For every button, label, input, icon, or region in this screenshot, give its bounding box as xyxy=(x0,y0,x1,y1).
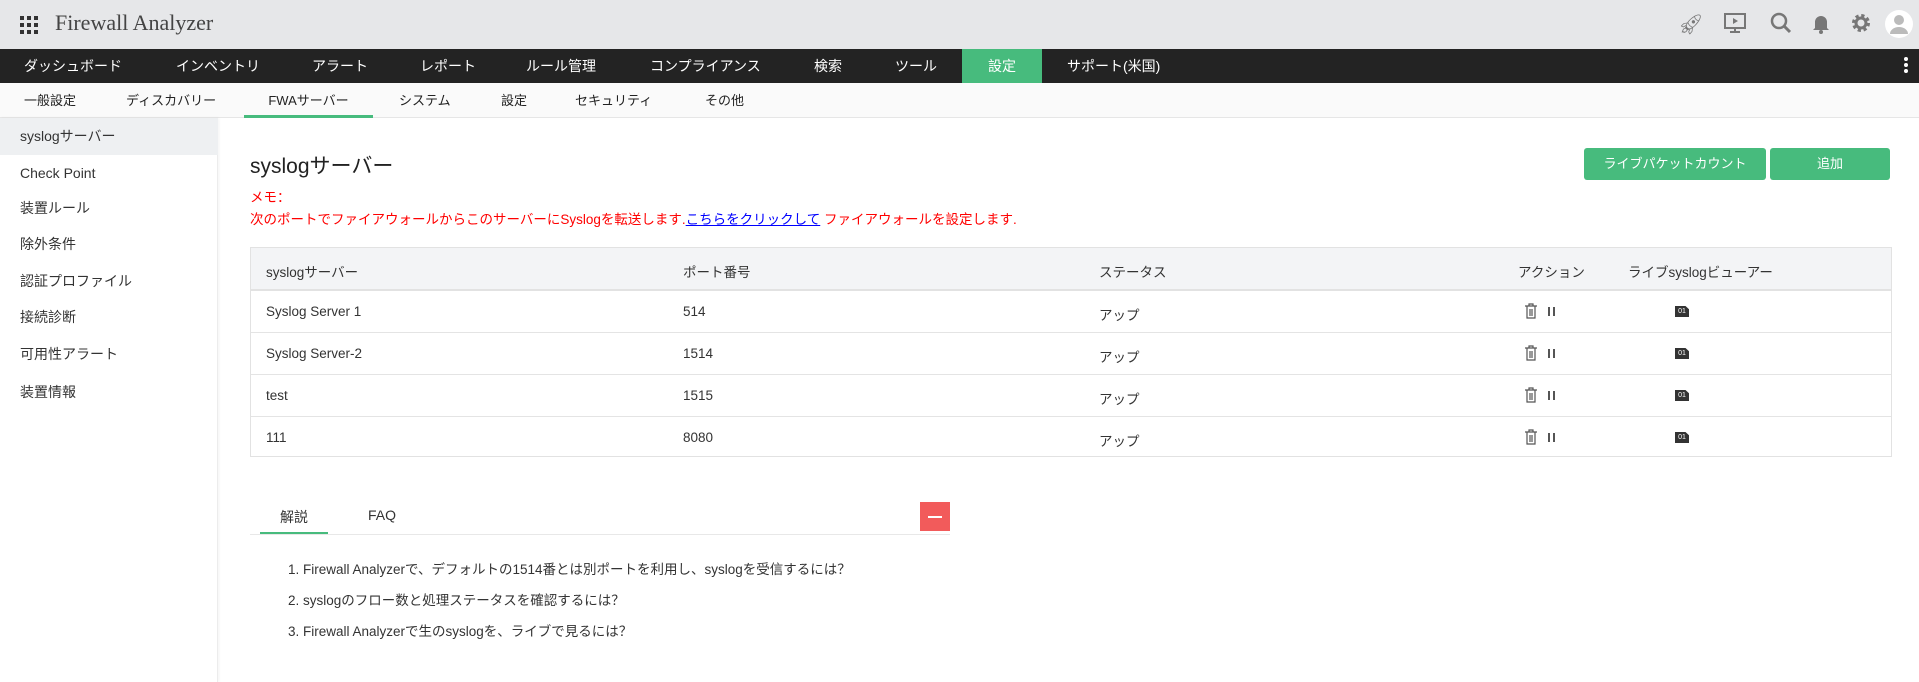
pause-icon[interactable] xyxy=(1548,391,1555,400)
table-row: Syslog Server-2 1514 アップ 01 xyxy=(251,333,1891,375)
status: アップ xyxy=(1099,308,1140,323)
faq-item-3[interactable]: 3. Firewall Analyzerで生のsyslogを、ライブで見るには？ xyxy=(288,620,632,640)
nav-inventory[interactable]: インベントリ xyxy=(172,49,264,83)
tab-explanation[interactable]: 解説 xyxy=(260,507,328,535)
sidebar-item-device-info[interactable]: 装置情報 xyxy=(0,374,218,411)
nav-settings[interactable]: 設定 xyxy=(962,49,1042,83)
col-header-action: アクション xyxy=(1518,265,1585,280)
nav-search[interactable]: 検索 xyxy=(810,49,846,83)
gear-icon[interactable] xyxy=(1848,11,1874,41)
nav-support[interactable]: サポート(米国) xyxy=(1063,49,1164,83)
memo-text-after: ファイアウォールを設定します. xyxy=(820,212,1017,227)
col-header-status: ステータス xyxy=(1099,265,1167,280)
table-header: syslogサーバー ポート番号 ステータス アクション ライブsyslogビュ… xyxy=(251,248,1891,291)
server-name: Syslog Server 1 xyxy=(266,304,362,319)
col-header-port: ポート番号 xyxy=(683,265,751,280)
subnav-security[interactable]: セキュリティ xyxy=(575,83,652,118)
nav-rule-management[interactable]: ルール管理 xyxy=(522,49,600,83)
page-title: syslogサーバー xyxy=(250,155,394,178)
sidebar-item-check-point[interactable]: Check Point xyxy=(0,155,218,192)
more-menu-icon[interactable] xyxy=(1904,57,1908,73)
memo-label: メモ： xyxy=(250,190,291,205)
table-row: Syslog Server 1 514 アップ 01 xyxy=(251,291,1891,333)
live-syslog-viewer-icon[interactable]: 01 xyxy=(1675,432,1689,443)
sidebar-item-syslog-server[interactable]: syslogサーバー xyxy=(0,118,218,155)
pause-icon[interactable] xyxy=(1548,307,1555,316)
col-header-live-viewer: ライブsyslogビューアー xyxy=(1628,265,1773,280)
sidebar-item-connection-diagnosis[interactable]: 接続診断 xyxy=(0,299,218,336)
live-syslog-viewer-icon[interactable]: 01 xyxy=(1675,306,1689,317)
sidebar-item-device-rules[interactable]: 装置ルール xyxy=(0,190,218,227)
app-grid-icon[interactable] xyxy=(20,16,38,34)
user-avatar-icon[interactable] xyxy=(1884,9,1913,45)
table-row: test 1515 アップ 01 xyxy=(251,375,1891,417)
trash-icon[interactable] xyxy=(1524,429,1538,448)
nav-reports[interactable]: レポート xyxy=(416,49,480,83)
trash-icon[interactable] xyxy=(1524,303,1538,322)
subnav-general[interactable]: 一般設定 xyxy=(24,83,76,118)
main-nav: ダッシュボード インベントリ アラート レポート ルール管理 コンプライアンス … xyxy=(0,49,1919,83)
server-name: test xyxy=(266,388,288,403)
syslog-server-table: syslogサーバー ポート番号 ステータス アクション ライブsyslogビュ… xyxy=(250,247,1892,457)
memo-text-before: 次のポートでファイアウォールからこのサーバーにSyslogを転送します. xyxy=(250,212,686,227)
sub-nav: 一般設定 ディスカバリー FWAサーバー システム 設定 セキュリティ その他 xyxy=(0,83,1919,118)
collapse-button[interactable] xyxy=(920,502,950,531)
server-name: Syslog Server-2 xyxy=(266,346,363,361)
trash-icon[interactable] xyxy=(1524,387,1538,406)
status: アップ xyxy=(1099,350,1140,365)
nav-tools[interactable]: ツール xyxy=(891,49,941,83)
port-number: 1515 xyxy=(683,388,714,403)
subnav-fwa-server[interactable]: FWAサーバー xyxy=(244,83,373,118)
status: アップ xyxy=(1099,434,1140,449)
port-number: 1514 xyxy=(683,346,714,361)
faq-item-2[interactable]: 2. syslogのフロー数と処理ステータスを確認するには？ xyxy=(288,589,625,609)
live-syslog-viewer-icon[interactable]: 01 xyxy=(1675,348,1689,359)
top-header: Firewall Analyzer 🚀︎ xyxy=(0,0,1919,49)
table-row: 111 8080 アップ 01 xyxy=(251,417,1891,459)
memo-text: 次のポートでファイアウォールからこのサーバーにSyslogを転送します.こちらを… xyxy=(250,208,1017,228)
pause-icon[interactable] xyxy=(1548,433,1555,442)
sidebar-item-exclusions[interactable]: 除外条件 xyxy=(0,226,218,263)
tab-faq[interactable]: FAQ xyxy=(350,507,414,535)
pause-icon[interactable] xyxy=(1548,349,1555,358)
subnav-discovery[interactable]: ディスカバリー xyxy=(126,83,216,118)
port-number: 514 xyxy=(683,304,706,319)
add-button[interactable]: 追加 xyxy=(1770,148,1890,180)
nav-dashboard[interactable]: ダッシュボード xyxy=(20,49,126,83)
rocket-icon[interactable]: 🚀︎ xyxy=(1678,12,1704,37)
search-icon[interactable] xyxy=(1768,11,1794,41)
nav-alerts[interactable]: アラート xyxy=(308,49,372,83)
server-name: 111 xyxy=(266,430,287,445)
live-syslog-viewer-icon[interactable]: 01 xyxy=(1675,390,1689,401)
sidebar-item-availability-alerts[interactable]: 可用性アラート xyxy=(0,336,218,373)
minus-icon xyxy=(928,516,942,518)
sidebar: syslogサーバー Check Point 装置ルール 除外条件 認証プロファ… xyxy=(0,118,218,682)
tab-divider xyxy=(250,534,950,535)
nav-compliance[interactable]: コンプライアンス xyxy=(646,49,765,83)
subnav-other[interactable]: その他 xyxy=(705,83,744,118)
presentation-icon[interactable] xyxy=(1722,11,1748,41)
trash-icon[interactable] xyxy=(1524,345,1538,364)
port-number: 8080 xyxy=(683,430,714,445)
faq-item-1[interactable]: 1. Firewall Analyzerで、デフォルトの1514番とは別ポートを… xyxy=(288,558,851,578)
subnav-system[interactable]: システム xyxy=(399,83,451,118)
subnav-settings[interactable]: 設定 xyxy=(501,83,527,118)
app-title: Firewall Analyzer xyxy=(55,10,214,35)
status: アップ xyxy=(1099,392,1140,407)
sidebar-item-auth-profiles[interactable]: 認証プロファイル xyxy=(0,263,218,300)
configure-firewall-link[interactable]: こちらをクリックして xyxy=(686,212,821,227)
col-header-server: syslogサーバー xyxy=(266,265,359,280)
bell-icon[interactable] xyxy=(1808,11,1834,41)
live-packet-count-button[interactable]: ライブパケットカウント xyxy=(1584,148,1766,180)
